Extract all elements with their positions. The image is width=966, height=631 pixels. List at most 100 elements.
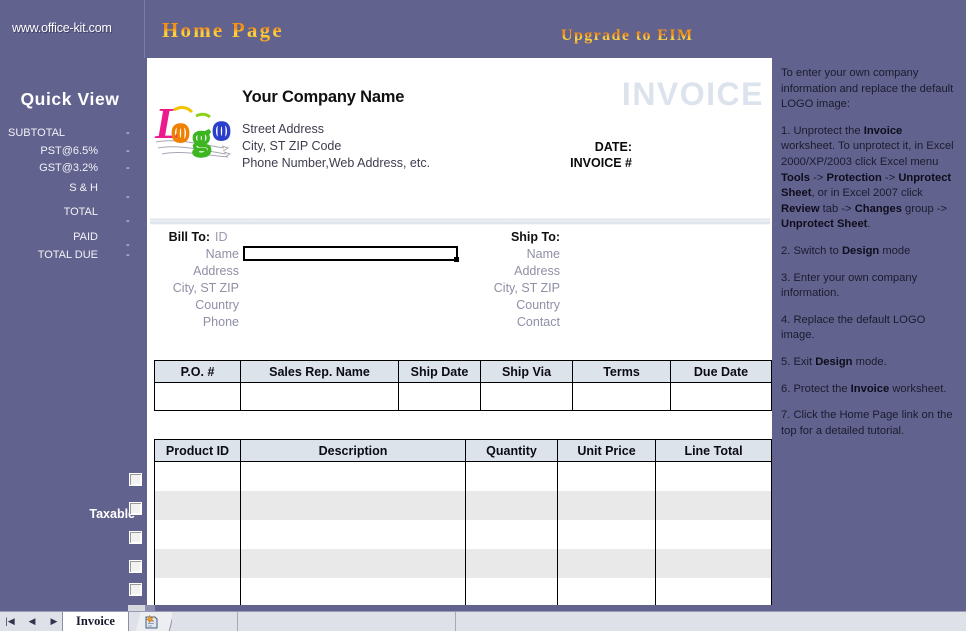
- order-cell-ship-date[interactable]: [398, 382, 481, 411]
- quick-view-label: GST@3.2%: [39, 162, 98, 174]
- line-cell-quantity[interactable]: [465, 519, 558, 549]
- line-cell-unit-price[interactable]: [557, 461, 656, 491]
- invoice-worksheet[interactable]: L o g o Your Company Name Street Address…: [145, 58, 772, 611]
- selected-cell-bill-to-name[interactable]: [243, 246, 459, 262]
- new-sheet-icon[interactable]: [143, 615, 160, 630]
- line-cell-product-id[interactable]: [154, 577, 241, 607]
- line-cell-quantity[interactable]: [465, 461, 558, 491]
- quick-view-value: -: [126, 127, 130, 139]
- line-item-row[interactable]: [154, 577, 772, 607]
- line-cell-product-id[interactable]: [154, 548, 241, 578]
- upgrade-to-eim-link[interactable]: Upgrade to EIM: [561, 27, 693, 45]
- line-item-row[interactable]: [154, 519, 772, 549]
- line-header-unit-price: Unit Price: [557, 439, 656, 462]
- sheet-tab-invoice[interactable]: Invoice: [62, 612, 129, 631]
- quick-view-row-total-due: TOTAL DUE -: [0, 249, 140, 263]
- line-cell-line-total[interactable]: [655, 577, 772, 607]
- bill-to-citystzip-label: City, ST ZIP: [172, 281, 239, 295]
- line-cell-quantity[interactable]: [465, 548, 558, 578]
- instruction-step-5: 5. Exit Design mode.: [781, 355, 887, 368]
- ship-to-country-label: Country: [516, 298, 560, 312]
- line-cell-product-id[interactable]: [154, 461, 241, 491]
- line-cell-description[interactable]: [240, 577, 466, 607]
- quick-view-panel: Quick View SUBTOTAL - PST@6.5% - GST@3.2…: [0, 58, 145, 621]
- previous-sheet-button[interactable]: ◀: [25, 615, 39, 628]
- quick-view-label: SUBTOTAL: [8, 127, 66, 139]
- bill-to-name-label: Name: [205, 247, 239, 261]
- order-cell-terms[interactable]: [572, 382, 671, 411]
- quick-view-row-pst: PST@6.5% -: [0, 145, 140, 159]
- header-separator-rule: [150, 218, 770, 225]
- ship-to-citystzip-label: City, ST ZIP: [493, 281, 560, 295]
- bill-to-phone-label: Phone: [202, 315, 239, 329]
- topbar-divider: [144, 0, 145, 58]
- order-header-ship-date: Ship Date: [398, 360, 481, 383]
- quick-view-row-subtotal: SUBTOTAL -: [0, 127, 140, 141]
- quick-view-value: -: [126, 249, 130, 261]
- ship-to-field-labels: Name Address City, ST ZIP Country Contac…: [460, 246, 560, 331]
- order-header-sales-rep: Sales Rep. Name: [240, 360, 399, 383]
- ship-to-heading: Ship To:: [510, 230, 560, 244]
- line-cell-unit-price[interactable]: [557, 519, 656, 549]
- site-url-label: www.office-kit.com: [12, 21, 112, 35]
- ship-to-address-label: Address: [514, 264, 560, 278]
- order-cell-sales-rep[interactable]: [240, 382, 399, 411]
- taxable-checkbox-4[interactable]: [129, 560, 142, 573]
- line-cell-line-total[interactable]: [655, 490, 772, 520]
- bill-to-heading: Bill To:: [168, 230, 210, 244]
- top-navigation-bar: www.office-kit.com Home Page Upgrade to …: [0, 0, 966, 58]
- line-header-line-total: Line Total: [655, 439, 772, 462]
- line-cell-description[interactable]: [240, 490, 466, 520]
- line-cell-line-total[interactable]: [655, 461, 772, 491]
- horizontal-scrollbar[interactable]: ||||: [836, 612, 966, 631]
- line-cell-product-id[interactable]: [154, 519, 241, 549]
- line-cell-description[interactable]: [240, 461, 466, 491]
- bill-to-id-field[interactable]: ID: [215, 230, 228, 244]
- line-cell-unit-price[interactable]: [557, 548, 656, 578]
- home-page-link[interactable]: Home Page: [162, 18, 284, 43]
- line-item-row[interactable]: [154, 490, 772, 520]
- instruction-step-4: 4. Replace the default LOGO image.: [781, 313, 926, 342]
- order-header-po: P.O. #: [154, 360, 241, 383]
- order-table-row[interactable]: [154, 382, 772, 411]
- instruction-step-2: 2. Switch to Design mode: [781, 244, 911, 257]
- line-item-row[interactable]: [154, 548, 772, 578]
- next-sheet-button[interactable]: ▶: [47, 615, 61, 628]
- quick-view-row-sh: S & H -: [0, 182, 140, 203]
- quick-view-label: PST@6.5%: [40, 145, 98, 157]
- line-cell-quantity[interactable]: [465, 490, 558, 520]
- line-cell-quantity[interactable]: [465, 577, 558, 607]
- invoice-number-label: INVOICE #: [570, 156, 632, 170]
- line-item-row[interactable]: [154, 461, 772, 491]
- empty-tab-area: [172, 612, 822, 631]
- quick-view-row-gst: GST@3.2% -: [0, 162, 140, 176]
- quick-view-row-total: TOTAL -: [0, 206, 140, 227]
- tab-area-divider-1: [237, 612, 238, 631]
- bill-to-field-labels: Name Address City, ST ZIP Country Phone: [147, 246, 239, 331]
- line-items-table[interactable]: Product ID Description Quantity Unit Pri…: [154, 439, 772, 611]
- line-header-description: Description: [240, 439, 466, 462]
- taxable-checkbox-5[interactable]: [129, 583, 142, 596]
- taxable-checkbox-1[interactable]: [129, 473, 142, 486]
- ship-to-name-label: Name: [526, 247, 560, 261]
- taxable-checkbox-2[interactable]: [129, 502, 142, 515]
- sheet-tab-bar: |◀ ◀ ▶ ▶| Invoice ||||: [0, 611, 966, 631]
- line-cell-line-total[interactable]: [655, 548, 772, 578]
- line-cell-product-id[interactable]: [154, 490, 241, 520]
- line-cell-unit-price[interactable]: [557, 577, 656, 607]
- bill-to-address-label: Address: [193, 264, 239, 278]
- order-cell-ship-via[interactable]: [480, 382, 573, 411]
- line-cell-description[interactable]: [240, 548, 466, 578]
- instruction-step-1: 1. Unprotect the Invoice worksheet. To u…: [781, 124, 954, 231]
- taxable-checkbox-3[interactable]: [129, 531, 142, 544]
- line-cell-unit-price[interactable]: [557, 490, 656, 520]
- order-details-table[interactable]: P.O. # Sales Rep. Name Ship Date Ship Vi…: [154, 360, 772, 411]
- line-cell-description[interactable]: [240, 519, 466, 549]
- order-table-header-row: P.O. # Sales Rep. Name Ship Date Ship Vi…: [154, 360, 772, 383]
- first-sheet-button[interactable]: |◀: [3, 615, 17, 628]
- line-cell-line-total[interactable]: [655, 519, 772, 549]
- order-cell-due-date[interactable]: [670, 382, 772, 411]
- ship-to-contact-label: Contact: [516, 315, 560, 329]
- order-cell-po[interactable]: [154, 382, 241, 411]
- quick-view-label: PAID: [73, 231, 98, 243]
